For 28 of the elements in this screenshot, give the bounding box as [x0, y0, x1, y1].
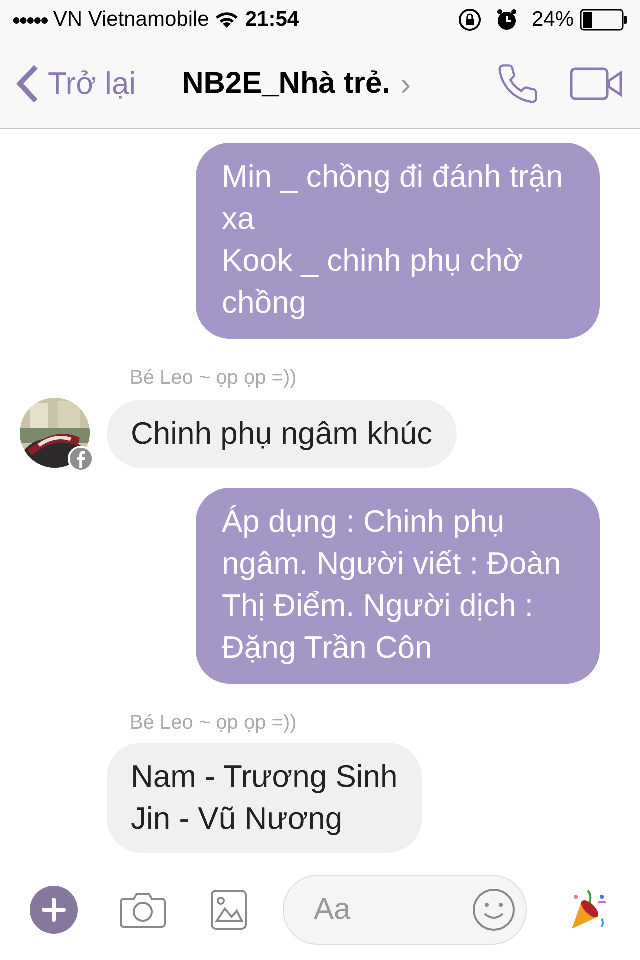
message-bubble: Nam - Trương Sinh Jin - Vũ Nương [107, 743, 422, 853]
facebook-badge-icon [68, 446, 94, 472]
message-input-field[interactable]: Aa [312, 892, 472, 928]
signal-dots: ●●●●● [12, 12, 48, 28]
carrier-name: VN Vietnamobile [53, 8, 210, 32]
back-button[interactable]: Trở lại [16, 64, 136, 104]
photo-gallery-button[interactable] [211, 890, 247, 930]
emoji-icon[interactable] [472, 888, 516, 932]
sender-name: Bé Leo ~ ọp ọp =)) [130, 712, 298, 735]
plus-icon[interactable] [41, 897, 67, 923]
wifi-icon [215, 11, 240, 29]
video-call-button[interactable] [570, 67, 624, 101]
message-bubble: Chinh phụ ngâm khúc [107, 400, 457, 468]
message-composer[interactable]: Aa [283, 875, 527, 945]
sender-name: Bé Leo ~ ọp ọp =)) [130, 367, 298, 390]
message-bubble: Min _ chồng đi đánh trận xa Kook _ chinh phụ chờ chồng [196, 143, 600, 339]
alarm-clock-icon [496, 9, 518, 31]
message-bubble: Áp dụng : Chinh phụ ngâm. Người viết : Đoàn Thị Điểm. Người dịch : Đặng Trần Côn [196, 488, 600, 684]
battery-percent: 24% [532, 8, 574, 32]
battery-icon [580, 9, 628, 31]
add-button[interactable] [30, 886, 78, 934]
rotation-lock-icon [458, 8, 482, 32]
back-chevron-icon[interactable] [16, 64, 40, 104]
chevron-icon: › [400, 66, 412, 102]
phone-call-button[interactable] [496, 62, 540, 106]
chat-title: NB2E_Nhà trẻ. [182, 67, 390, 101]
camera-button[interactable] [120, 890, 166, 930]
clock-time: 21:54 [245, 8, 300, 32]
